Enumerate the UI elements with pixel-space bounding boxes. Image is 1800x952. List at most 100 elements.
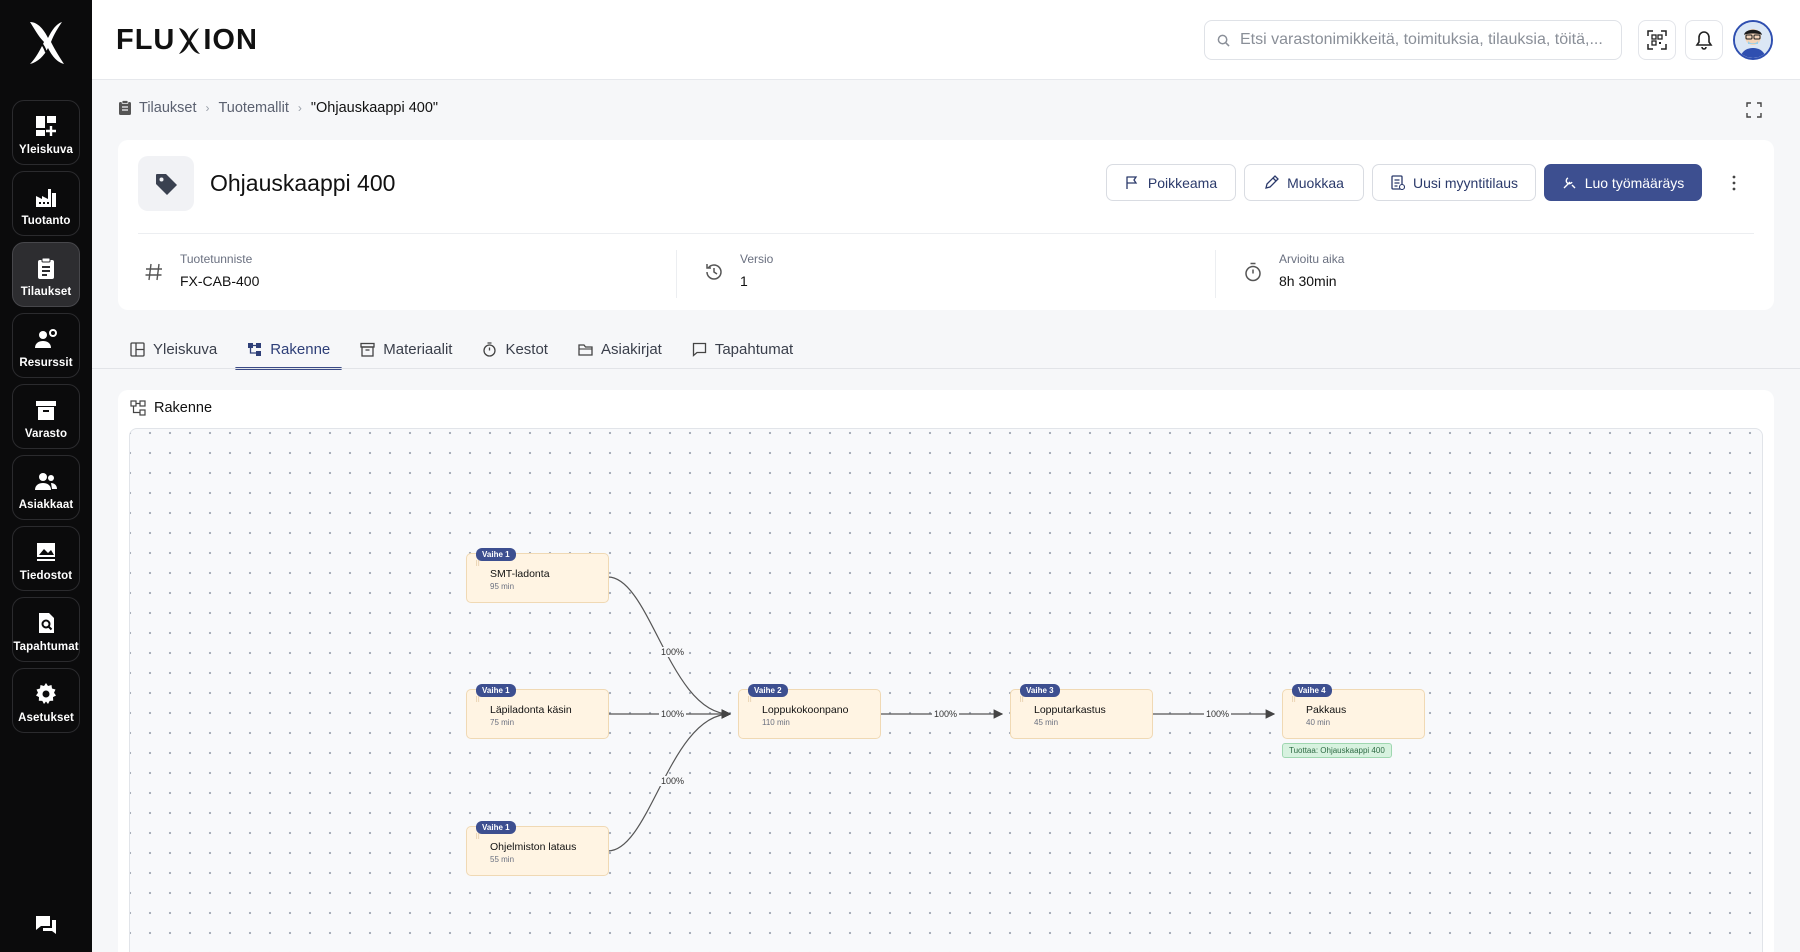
create-work-order-label: Luo työmääräys bbox=[1584, 174, 1685, 191]
page-title: Ohjauskaappi 400 bbox=[210, 170, 396, 196]
chat-icon[interactable] bbox=[34, 914, 58, 936]
meta-label: Tuotetunniste bbox=[180, 252, 253, 266]
sidebar-item-resurssit[interactable]: Resurssit bbox=[12, 313, 80, 378]
node-duration: 55 min bbox=[490, 855, 515, 864]
tab-materiaalit[interactable]: Materiaalit bbox=[348, 330, 464, 368]
sidebar-item-tuotanto[interactable]: Tuotanto bbox=[12, 171, 80, 236]
sidebar-nav: Yleiskuva Tuotanto Tilaukset Resurssit V… bbox=[12, 100, 80, 739]
breadcrumb-link-tilaukset[interactable]: Tilaukset bbox=[139, 100, 196, 116]
sidebar-item-label: Tuotanto bbox=[21, 214, 71, 227]
search-icon bbox=[1217, 34, 1230, 47]
tab-asiakirjat[interactable]: Asiakirjat bbox=[566, 330, 674, 368]
panel-title-text: Rakenne bbox=[154, 400, 213, 416]
stage-badge: Vaihe 4 bbox=[1292, 684, 1332, 697]
timer-icon bbox=[1245, 262, 1261, 282]
build-tools-icon bbox=[1563, 177, 1576, 189]
flow-node-firmware[interactable]: Vaihe 1 ⠿ Ohjelmiston lataus 55 min bbox=[466, 821, 609, 876]
product-card: Ohjauskaappi 400 Poikkeama Muokkaa Uusi … bbox=[118, 140, 1774, 310]
fullscreen-icon[interactable] bbox=[1746, 102, 1762, 118]
sidebar-item-tiedostot[interactable]: Tiedostot bbox=[12, 526, 80, 591]
sidebar-item-asiakkaat[interactable]: Asiakkaat bbox=[12, 455, 80, 520]
avatar-icon bbox=[1735, 22, 1771, 58]
pencil-icon bbox=[1265, 175, 1280, 189]
meta-product-code: Tuotetunniste FX-CAB-400 bbox=[144, 252, 259, 296]
deviation-button-label: Poikkeama bbox=[1147, 174, 1218, 191]
tab-label: Kestot bbox=[505, 340, 548, 358]
top-header: FLU ION bbox=[92, 0, 1800, 80]
drag-handle-icon[interactable]: ⠿ bbox=[475, 697, 480, 704]
drag-handle-icon[interactable]: ⠿ bbox=[475, 561, 480, 568]
tab-kestot[interactable]: Kestot bbox=[470, 330, 560, 368]
flow-node-smt[interactable]: Vaihe 1 ⠿ SMT-ladonta 95 min bbox=[466, 548, 609, 603]
search-input[interactable] bbox=[1240, 31, 1610, 49]
sidebar-item-label: Varasto bbox=[24, 427, 68, 440]
node-duration: 110 min bbox=[762, 718, 790, 727]
people-icon bbox=[35, 472, 57, 490]
structure-panel: Rakenne 100% 100% 100% 100% 100% Vaihe 1… bbox=[118, 390, 1774, 952]
edit-button-label: Muokkaa bbox=[1287, 174, 1344, 191]
sidebar-item-varasto[interactable]: Varasto bbox=[12, 384, 80, 449]
stage-badge: Vaihe 3 bbox=[1020, 684, 1060, 697]
avatar[interactable] bbox=[1733, 20, 1773, 60]
brand-left: FLU bbox=[116, 24, 176, 56]
card-divider bbox=[138, 233, 1754, 234]
sidebar-item-label: Tapahtumat bbox=[13, 640, 79, 653]
output-tag: Tuottaa: Ohjauskaappi 400 bbox=[1282, 743, 1392, 758]
node-name: Läpiladonta käsin bbox=[490, 704, 572, 716]
logo-icon[interactable] bbox=[24, 18, 68, 68]
tab-tapahtumat[interactable]: Tapahtumat bbox=[680, 330, 805, 368]
sidebar-item-tapahtumat[interactable]: Tapahtumat bbox=[12, 597, 80, 662]
tab-yleiskuva[interactable]: Yleiskuva bbox=[118, 330, 229, 368]
node-name: Loppukokoonpano bbox=[762, 704, 849, 716]
sidebar-item-tilaukset[interactable]: Tilaukset bbox=[12, 242, 80, 307]
flow-node-assembly[interactable]: Vaihe 2 ⠿ Loppukokoonpano 110 min bbox=[738, 684, 881, 739]
hash-icon bbox=[145, 263, 162, 281]
brand-wordmark[interactable]: FLU ION bbox=[116, 24, 258, 57]
more-vertical-icon[interactable] bbox=[1726, 174, 1742, 192]
dashboard-add-icon bbox=[36, 115, 56, 136]
edge-label: 100% bbox=[659, 647, 687, 657]
tab-label: Materiaalit bbox=[383, 340, 453, 358]
stage-badge: Vaihe 2 bbox=[748, 684, 788, 697]
edge-label: 100% bbox=[659, 776, 687, 786]
tab-label: Yleiskuva bbox=[153, 340, 218, 358]
drag-handle-icon[interactable]: ⠿ bbox=[1291, 697, 1296, 704]
message-icon bbox=[692, 342, 706, 357]
folder-icon bbox=[578, 343, 593, 356]
breadcrumb-link-tuotemallit[interactable]: Tuotemallit bbox=[218, 100, 288, 116]
drag-handle-icon[interactable]: ⠿ bbox=[1019, 697, 1024, 704]
qr-scan-button[interactable] bbox=[1638, 20, 1676, 60]
meta-divider bbox=[676, 250, 677, 298]
drag-handle-icon[interactable]: ⠿ bbox=[475, 834, 480, 841]
tab-bar: Yleiskuva Rakenne Materiaalit Kestot Asi… bbox=[118, 330, 1800, 370]
tab-rakenne[interactable]: Rakenne bbox=[235, 330, 343, 370]
global-search[interactable] bbox=[1204, 20, 1622, 60]
stage-badge: Vaihe 1 bbox=[476, 821, 516, 834]
tab-divider bbox=[92, 368, 1800, 369]
create-work-order-button[interactable]: Luo työmääräys bbox=[1544, 164, 1702, 201]
edit-button[interactable]: Muokkaa bbox=[1244, 164, 1364, 201]
tab-label: Asiakirjat bbox=[600, 340, 662, 358]
deviation-button[interactable]: Poikkeama bbox=[1106, 164, 1236, 201]
meta-value: 8h 30min bbox=[1279, 273, 1337, 289]
meta-label: Versio bbox=[740, 252, 774, 266]
sidebar-item-yleiskuva[interactable]: Yleiskuva bbox=[12, 100, 80, 165]
notifications-button[interactable] bbox=[1685, 20, 1723, 60]
flow-canvas[interactable]: 100% 100% 100% 100% 100% Vaihe 1 ⠿ SMT-l… bbox=[129, 428, 1763, 952]
sidebar-item-label: Tilaukset bbox=[20, 285, 72, 298]
stage-badge: Vaihe 1 bbox=[476, 548, 516, 561]
flow-node-thru-hole[interactable]: Vaihe 1 ⠿ Läpiladonta käsin 75 min bbox=[466, 684, 609, 739]
new-sales-order-button[interactable]: Uusi myyntitilaus bbox=[1372, 164, 1536, 201]
flow-node-packing[interactable]: Vaihe 4 ⠿ Pakkaus 40 min bbox=[1282, 684, 1425, 739]
panel-title: Rakenne bbox=[130, 400, 212, 416]
stopwatch-icon bbox=[483, 341, 497, 357]
meta-value: 1 bbox=[740, 273, 748, 289]
bell-icon bbox=[1695, 31, 1713, 50]
sidebar-item-asetukset[interactable]: Asetukset bbox=[12, 668, 80, 733]
meta-value: FX-CAB-400 bbox=[180, 273, 260, 289]
meta-estimated-time: Arvioitu aika 8h 30min bbox=[1243, 252, 1344, 296]
edge-smt-to-assembly bbox=[607, 576, 732, 719]
flow-node-inspection[interactable]: Vaihe 3 ⠿ Lopputarkastus 45 min bbox=[1010, 684, 1153, 739]
drag-handle-icon[interactable]: ⠿ bbox=[747, 697, 752, 704]
flag-icon bbox=[1126, 176, 1138, 189]
